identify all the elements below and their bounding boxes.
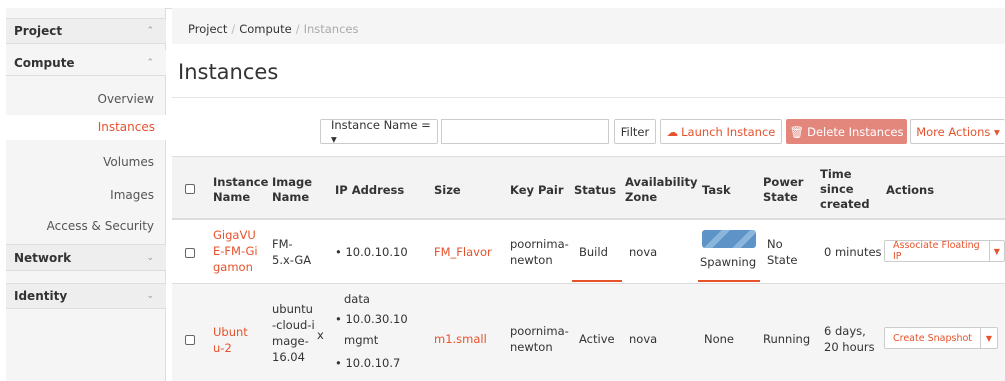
time-since-created: 0 minutes	[824, 245, 882, 259]
availability-zone: nova	[629, 245, 658, 259]
more-actions-button[interactable]: More Actions ▾	[910, 119, 1005, 144]
sidebar-section-compute[interactable]: Compute ⌃	[6, 50, 166, 76]
chevron-down-icon: ⌄	[146, 291, 154, 301]
sidebar-identity-label: Identity	[14, 289, 68, 303]
image-name: ubuntu-cloud-image-16.04	[272, 302, 315, 365]
launch-instance-label: Launch Instance	[681, 124, 776, 139]
sidebar-compute-label: Compute	[14, 55, 75, 70]
sidebar: Project ⌃ Compute ⌃ Overview Instances V…	[6, 8, 167, 381]
trash-icon: 🗑	[789, 124, 805, 139]
filter-field-select[interactable]: Instance Name = ▾	[320, 118, 438, 146]
task-text: Spawning	[700, 255, 757, 269]
key-pair: poornima-newton	[510, 324, 569, 355]
sidebar-section-network[interactable]: Network ⌄	[6, 244, 166, 271]
instance-name-link[interactable]: Ubuntu-2	[213, 324, 253, 356]
chevron-down-icon: ⌄	[146, 252, 154, 263]
ip-address: • 10.0.30.10	[335, 312, 408, 326]
task-progress-bar	[702, 230, 756, 248]
sidebar-item-instances[interactable]: Instances	[6, 115, 167, 140]
power-state: No State	[767, 237, 798, 268]
sidebar-network-label: Network	[14, 250, 72, 265]
sidebar-project-label: Project	[14, 24, 63, 38]
delete-instances-label: Delete Instances	[807, 124, 904, 139]
breadcrumb-project[interactable]: Project	[188, 22, 227, 36]
row-action-button[interactable]: Create Snapshot ▼	[884, 327, 998, 349]
breadcrumb-current: Instances	[303, 22, 359, 36]
key-pair: poornima-newton	[510, 237, 569, 268]
create-snapshot-button[interactable]: Create Snapshot	[885, 328, 981, 348]
ip-address: • 10.0.10.10	[335, 245, 408, 259]
time-since-created: 6 days, 20 hours	[824, 324, 875, 355]
task-indicator	[698, 280, 760, 282]
sidebar-section-project[interactable]: Project ⌃	[6, 18, 166, 44]
size-link[interactable]: m1.small	[434, 331, 487, 347]
header-ip-address[interactable]: IP Address	[335, 183, 404, 198]
ip-label-mgmt: mgmt	[344, 333, 379, 347]
main-content: Project / Compute / Instances Instances Inst…	[166, 8, 1005, 381]
caret-down-icon[interactable]: ▼	[981, 334, 997, 343]
header-power-state[interactable]: Power State	[763, 175, 803, 205]
header-time-since-created[interactable]: Time since created	[820, 167, 870, 212]
ip-address: • 10.0.10.7	[335, 356, 401, 370]
table-header: Instance Name Image Name IP Address Size…	[172, 156, 1005, 220]
status-text: Active	[579, 332, 615, 346]
chevron-up-icon: ⌃	[146, 26, 154, 36]
power-state: Running	[763, 332, 811, 346]
row-action-button[interactable]: Associate Floating IP ▼	[884, 240, 1005, 262]
row-checkbox[interactable]	[185, 248, 195, 258]
sidebar-section-identity[interactable]: Identity ⌄	[6, 283, 166, 309]
instance-name-link[interactable]: GigaVUE-FM-Gigamon	[213, 227, 261, 275]
availability-zone: nova	[629, 332, 658, 346]
task-text: None	[704, 332, 735, 346]
sidebar-item-overview[interactable]: Overview	[6, 92, 166, 106]
caret-down-icon[interactable]: ▼	[990, 247, 1004, 256]
header-task[interactable]: Task	[702, 183, 731, 198]
header-size[interactable]: Size	[434, 183, 461, 198]
title-divider	[172, 97, 1005, 98]
header-actions: Actions	[886, 183, 935, 197]
header-key-pair[interactable]: Key Pair	[510, 183, 564, 198]
status-text: Build	[579, 245, 608, 259]
table-row: Ubuntu-2 ubuntu-cloud-image-16.04 x data…	[172, 284, 1005, 381]
header-image-name[interactable]: Image Name	[272, 175, 322, 205]
row-checkbox[interactable]	[185, 335, 195, 345]
header-status[interactable]: Status	[574, 183, 616, 198]
filter-button[interactable]: Filter	[614, 119, 656, 144]
status-indicator	[572, 280, 622, 282]
sidebar-item-volumes[interactable]: Volumes	[6, 155, 166, 169]
sidebar-item-access-security[interactable]: Access & Security	[6, 219, 166, 233]
header-instance-name[interactable]: Instance Name	[213, 175, 268, 205]
breadcrumb-compute[interactable]: Compute	[239, 22, 291, 36]
ip-label-data: data	[344, 292, 370, 306]
page-title: Instances	[178, 60, 279, 84]
chevron-up-icon: ⌃	[146, 57, 154, 68]
sidebar-item-images[interactable]: Images	[6, 188, 166, 202]
search-input[interactable]	[441, 119, 609, 144]
image-name: FM-5.x-GA	[272, 237, 312, 268]
associate-floating-ip-button[interactable]: Associate Floating IP	[885, 240, 990, 262]
delete-instances-button[interactable]: 🗑 Delete Instances	[786, 119, 907, 144]
header-availability-zone[interactable]: Availability Zone	[625, 175, 697, 205]
table-row: GigaVUE-FM-Gigamon FM-5.x-GA • 10.0.10.1…	[172, 220, 1005, 284]
cloud-upload-icon: ☁	[666, 124, 679, 139]
breadcrumb: Project / Compute / Instances	[172, 8, 1005, 44]
image-suffix: x	[317, 328, 324, 342]
select-all-checkbox[interactable]	[185, 184, 195, 194]
size-link[interactable]: FM_Flavor	[434, 244, 492, 260]
launch-instance-button[interactable]: ☁ Launch Instance	[660, 119, 782, 144]
